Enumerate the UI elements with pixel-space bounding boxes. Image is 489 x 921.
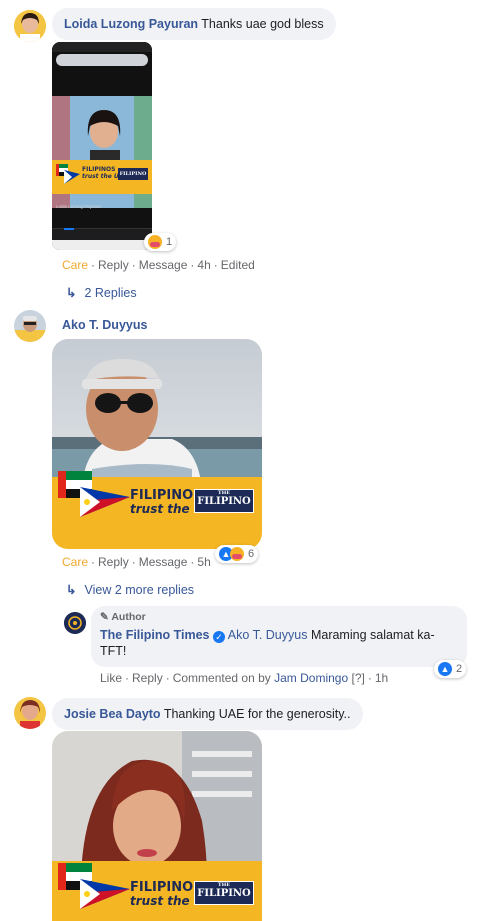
message-button[interactable]: Message (139, 258, 188, 272)
avatar[interactable] (14, 310, 46, 342)
reaction-badge[interactable]: ▲ 2 (434, 660, 467, 678)
message-button[interactable]: Message (139, 555, 188, 569)
reaction-badge[interactable]: ▲ 6 (215, 545, 259, 563)
reply-button[interactable]: Reply (132, 671, 163, 685)
commenter-link[interactable]: Jam Domingo (274, 671, 348, 685)
reaction-badge[interactable]: 1 (144, 233, 177, 251)
reply-button[interactable]: Reply (98, 555, 129, 569)
reply-button[interactable]: Reply (98, 258, 129, 272)
info-marker[interactable]: [?] (351, 671, 364, 685)
comment-actions: Care · Reply · Message · 5h (62, 555, 211, 569)
comment-actions: Care · Reply · Message · 4h · Edited (62, 258, 255, 272)
reaction-count: 6 (248, 548, 255, 560)
author-badge: ✎ Author (100, 611, 146, 623)
comment-time[interactable]: 5h (197, 555, 210, 569)
reply-text-line2: TFT! (100, 644, 127, 658)
comment-time[interactable]: 4h (197, 258, 210, 272)
verified-badge-icon: ✓ (213, 631, 225, 643)
reaction-count: 1 (166, 236, 173, 248)
comment-text: Thanking UAE for the generosity.. (163, 707, 351, 721)
comment-author[interactable]: Josie Bea Dayto (64, 707, 161, 721)
avatar[interactable] (14, 697, 46, 729)
reply-text-line1: Maraming salamat ka- (310, 628, 435, 642)
view-more-replies-link[interactable]: ↳ View 2 more replies (66, 582, 194, 597)
like-button[interactable]: Like (100, 671, 122, 685)
comment-text: Thanks uae god bless (201, 17, 324, 31)
mention-link[interactable]: Ako T. Duyyus (228, 628, 308, 642)
care-button[interactable]: Care (62, 258, 88, 272)
reply-arrow-icon: ↳ (66, 583, 77, 597)
view-replies-link[interactable]: ↳ 2 Replies (66, 285, 137, 300)
like-emoji-icon: ▲ (438, 662, 452, 676)
comment-author[interactable]: Loida Luzong Payuran (64, 17, 198, 31)
care-emoji-icon (148, 235, 162, 249)
comment-bubble: Josie Bea Dayto Thanking UAE for the gen… (52, 698, 363, 730)
reply-author[interactable]: The Filipino Times (100, 628, 210, 642)
tft-logo: THE FILIPINO (194, 881, 254, 905)
tft-logo: FILIPINO (118, 168, 148, 180)
reaction-count: 2 (456, 663, 463, 675)
comment-image[interactable]: FILIPINOS trust the UAE THE FILIPINO (52, 731, 262, 921)
reply-arrow-icon: ↳ (66, 286, 77, 300)
edited-label[interactable]: Edited (221, 258, 255, 272)
comment-image[interactable]: FILIPINOS trust the UAE THE FILIPINO (52, 339, 262, 549)
avatar[interactable] (14, 10, 46, 42)
page-avatar[interactable] (64, 612, 86, 634)
reply-time[interactable]: 1h (375, 671, 388, 685)
care-button[interactable]: Care (62, 555, 88, 569)
reply-actions: Like · Reply · Commented on by Jam Domingo [… (100, 671, 389, 685)
tft-logo: THE FILIPINO (194, 489, 254, 513)
comment-bubble: Loida Luzong Payuran Thanks uae god bles… (52, 8, 336, 40)
comment-author[interactable]: Ako T. Duyyus (62, 318, 147, 332)
pencil-icon: ✎ (100, 611, 109, 623)
screenshot-caption: Loida Luzong Payuran (56, 204, 102, 209)
commented-on-label: Commented on by (172, 671, 271, 685)
care-emoji-icon (230, 547, 244, 561)
comment-image[interactable]: FILIPINOS trust the UAE FILIPINO Loida L… (52, 42, 152, 250)
